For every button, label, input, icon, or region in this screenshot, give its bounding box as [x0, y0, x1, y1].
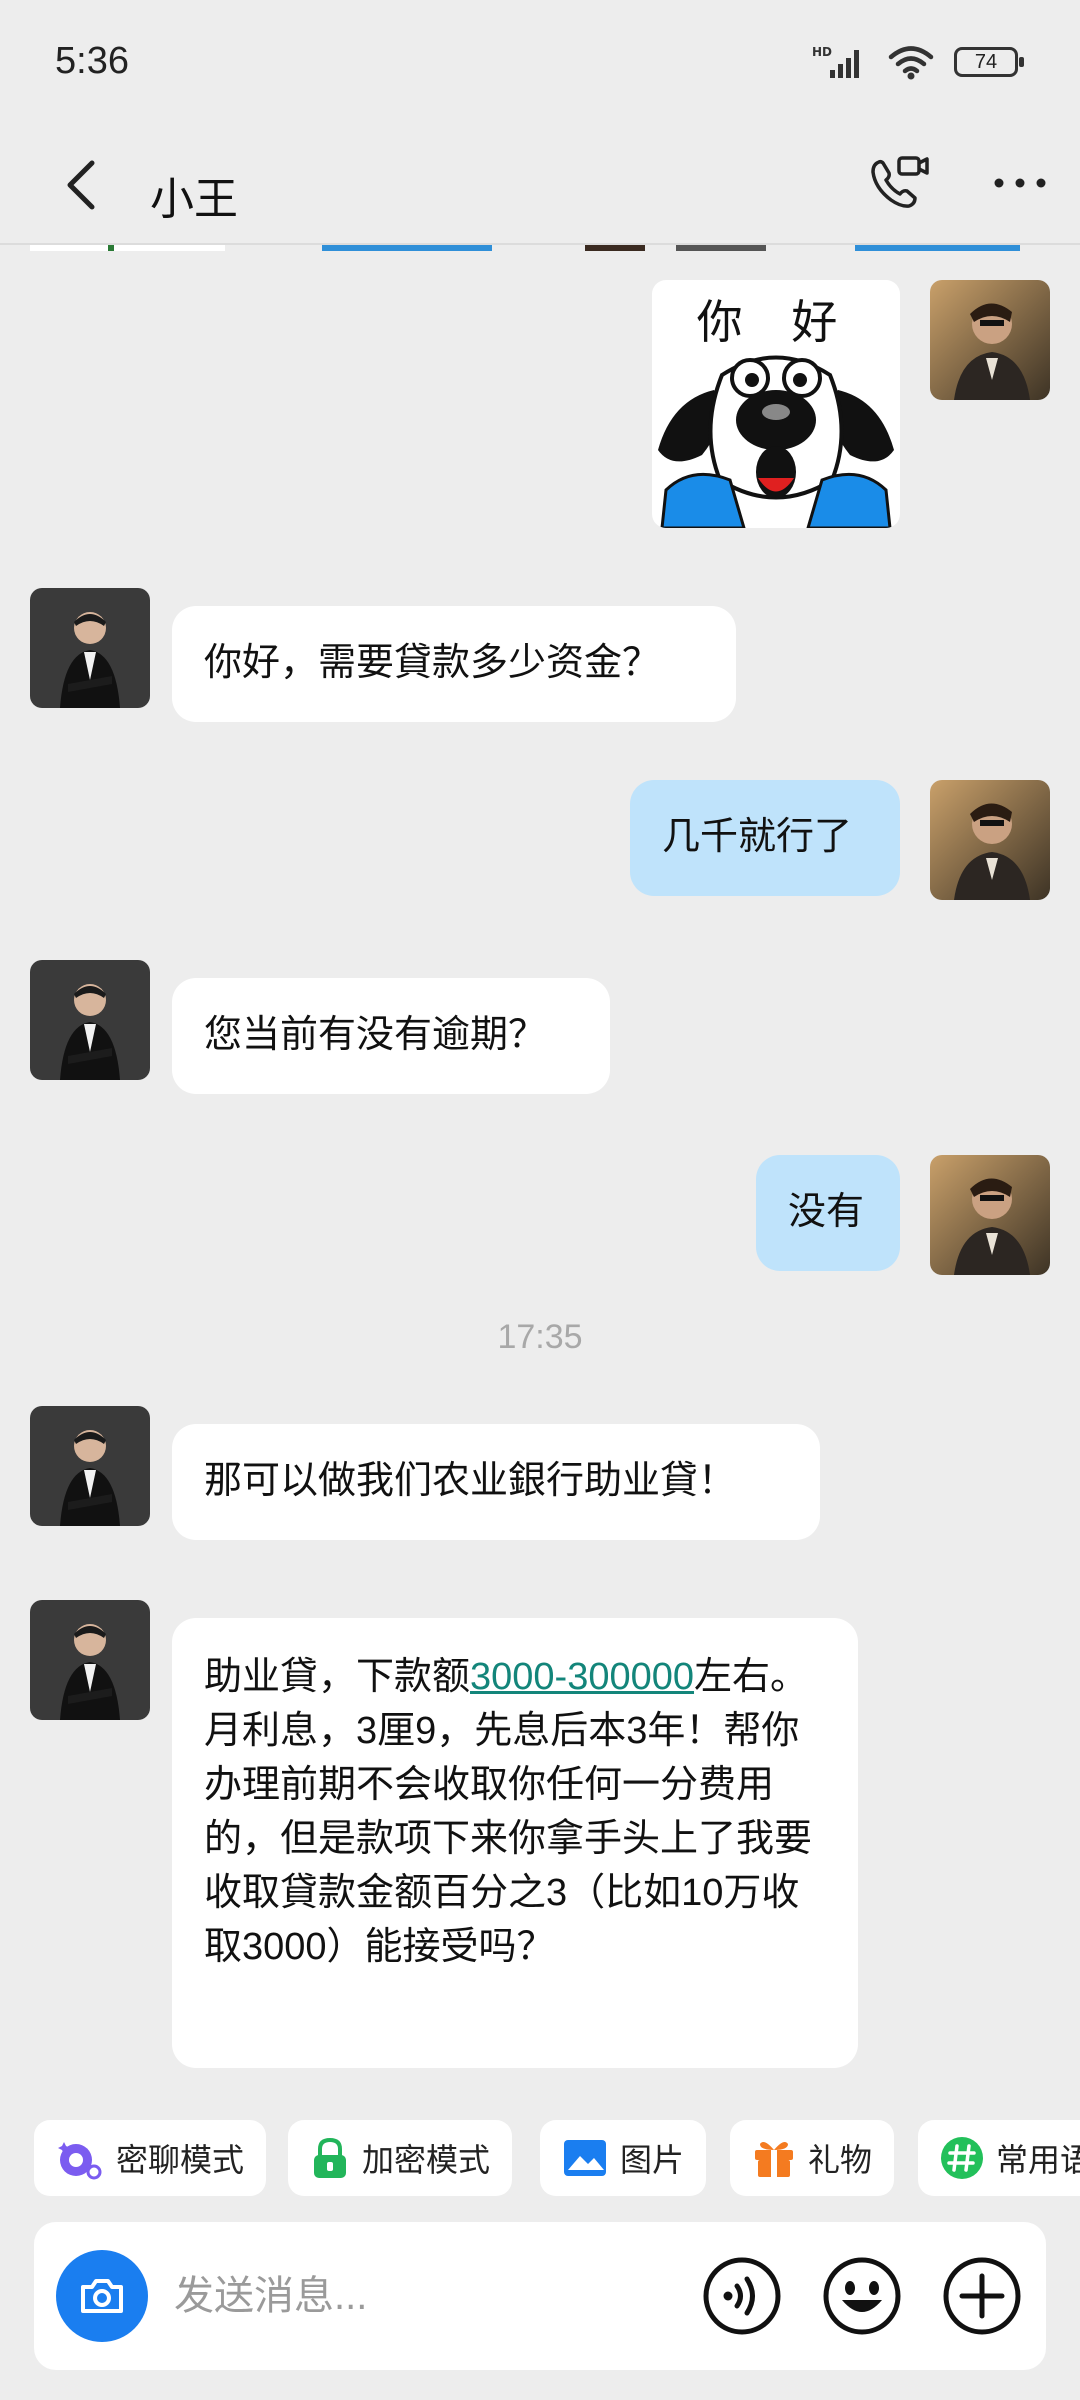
wifi-icon: [888, 46, 934, 80]
previous-content-fragment: [322, 245, 492, 251]
image-button[interactable]: 图片: [540, 2120, 707, 2196]
message-text: 没有: [788, 1191, 865, 1233]
chip-label: 加密模式: [362, 2142, 491, 2178]
voice-icon: [703, 2257, 781, 2335]
chat-header: 小王: [0, 125, 1080, 245]
more-functions-button[interactable]: [940, 2254, 1024, 2338]
avatar-photo-image: [30, 588, 150, 708]
secret-chat-button[interactable]: 密聊模式: [34, 2120, 267, 2196]
incoming-message-bubble[interactable]: 那可以做我们农业銀行助业貸！: [172, 1424, 820, 1540]
chip-label: 礼物: [808, 2142, 873, 2178]
emoji-button[interactable]: [820, 2254, 904, 2338]
camera-button[interactable]: [56, 2250, 148, 2342]
incoming-message-bubble[interactable]: 你好，需要貸款多少资金？: [172, 606, 736, 722]
message-text: 几千就行了: [662, 816, 853, 858]
battery-indicator: 74: [954, 47, 1024, 77]
chat-screen: 5:36 HD 74 小王 你 好 你好，需要貸款多少资金？ 几千就行了 您当前…: [0, 0, 1080, 2400]
video-call-button[interactable]: [860, 143, 940, 223]
message-input-bar: [34, 2222, 1046, 2370]
gift-button[interactable]: 礼物: [730, 2120, 895, 2196]
message-text: 助业貸，下款额: [204, 1656, 471, 1698]
dog-sticker-image: [658, 355, 894, 528]
more-options-button[interactable]: [980, 143, 1060, 223]
previous-content-fragment: [855, 245, 1020, 251]
gift-icon: [755, 2142, 793, 2177]
back-button[interactable]: [50, 145, 110, 225]
hashtag-icon: [941, 2137, 983, 2179]
avatar-photo-image: [930, 780, 1050, 900]
chip-label: 密聊模式: [116, 2142, 245, 2178]
image-icon: [564, 2140, 606, 2176]
network-label: HD: [812, 45, 832, 59]
amount-link[interactable]: 3000-300000: [470, 1656, 694, 1698]
previous-content-fragment: [30, 245, 225, 251]
status-icons: HD 74: [812, 40, 1024, 84]
avatar-photo-image: [930, 280, 1050, 400]
previous-content-fragment: [676, 245, 766, 251]
plus-icon: [943, 2257, 1021, 2335]
incoming-message-bubble[interactable]: 您当前有没有逾期？: [172, 978, 610, 1094]
contact-avatar[interactable]: [30, 1406, 150, 1526]
avatar-photo-image: [930, 1155, 1050, 1275]
chat-title: 小王: [150, 175, 238, 224]
contact-avatar[interactable]: [30, 588, 150, 708]
avatar-photo-image: [30, 960, 150, 1080]
video-call-icon: [871, 156, 929, 208]
contact-avatar[interactable]: [30, 960, 150, 1080]
avatar-photo-image: [30, 1406, 150, 1526]
message-input[interactable]: [174, 2256, 694, 2336]
previous-content-fragment: [585, 245, 645, 251]
status-bar: 5:36 HD 74: [0, 0, 1080, 125]
camera-icon: [81, 2279, 123, 2313]
signal-icon: HD: [812, 45, 859, 78]
chip-label: 常用语: [996, 2142, 1080, 2178]
message-text: 左右。月利息，3厘9，先息后本3年！帮你办理前期不会收取你任何一分费用的，但是款…: [204, 1656, 813, 1968]
chip-label: 图片: [620, 2142, 685, 2178]
outgoing-message-bubble[interactable]: 没有: [756, 1155, 900, 1271]
lock-icon: [314, 2137, 346, 2178]
contact-avatar[interactable]: [30, 1600, 150, 1720]
common-phrases-button[interactable]: 常用语: [918, 2120, 1080, 2196]
message-text: 你好，需要貸款多少资金？: [204, 642, 661, 684]
sticker-message[interactable]: 你 好: [652, 280, 900, 528]
message-timestamp: 17:35: [497, 1318, 583, 1356]
my-avatar[interactable]: [930, 1155, 1050, 1275]
outgoing-message-bubble[interactable]: 几千就行了: [630, 780, 900, 896]
my-avatar[interactable]: [930, 280, 1050, 400]
status-time: 5:36: [55, 40, 129, 82]
more-dots-icon: [994, 178, 1046, 188]
quick-actions-bar: 密聊模式 加密模式 图片 礼物 常用语: [0, 2100, 1080, 2210]
voice-button[interactable]: [700, 2254, 784, 2338]
incoming-message-bubble[interactable]: 助业貸，下款额3000-300000左右。月利息，3厘9，先息后本3年！帮你办理…: [172, 1618, 858, 2068]
encrypted-mode-button[interactable]: 加密模式: [288, 2120, 513, 2196]
chevron-left-icon: [67, 160, 95, 210]
my-avatar[interactable]: [930, 780, 1050, 900]
emoji-icon: [823, 2257, 901, 2335]
secret-chat-icon: [58, 2142, 102, 2180]
avatar-photo-image: [30, 1600, 150, 1720]
previous-content-fragment: [108, 245, 114, 251]
message-text: 您当前有没有逾期？: [204, 1014, 547, 1056]
message-text: 那可以做我们农业銀行助业貸！: [204, 1460, 737, 1502]
